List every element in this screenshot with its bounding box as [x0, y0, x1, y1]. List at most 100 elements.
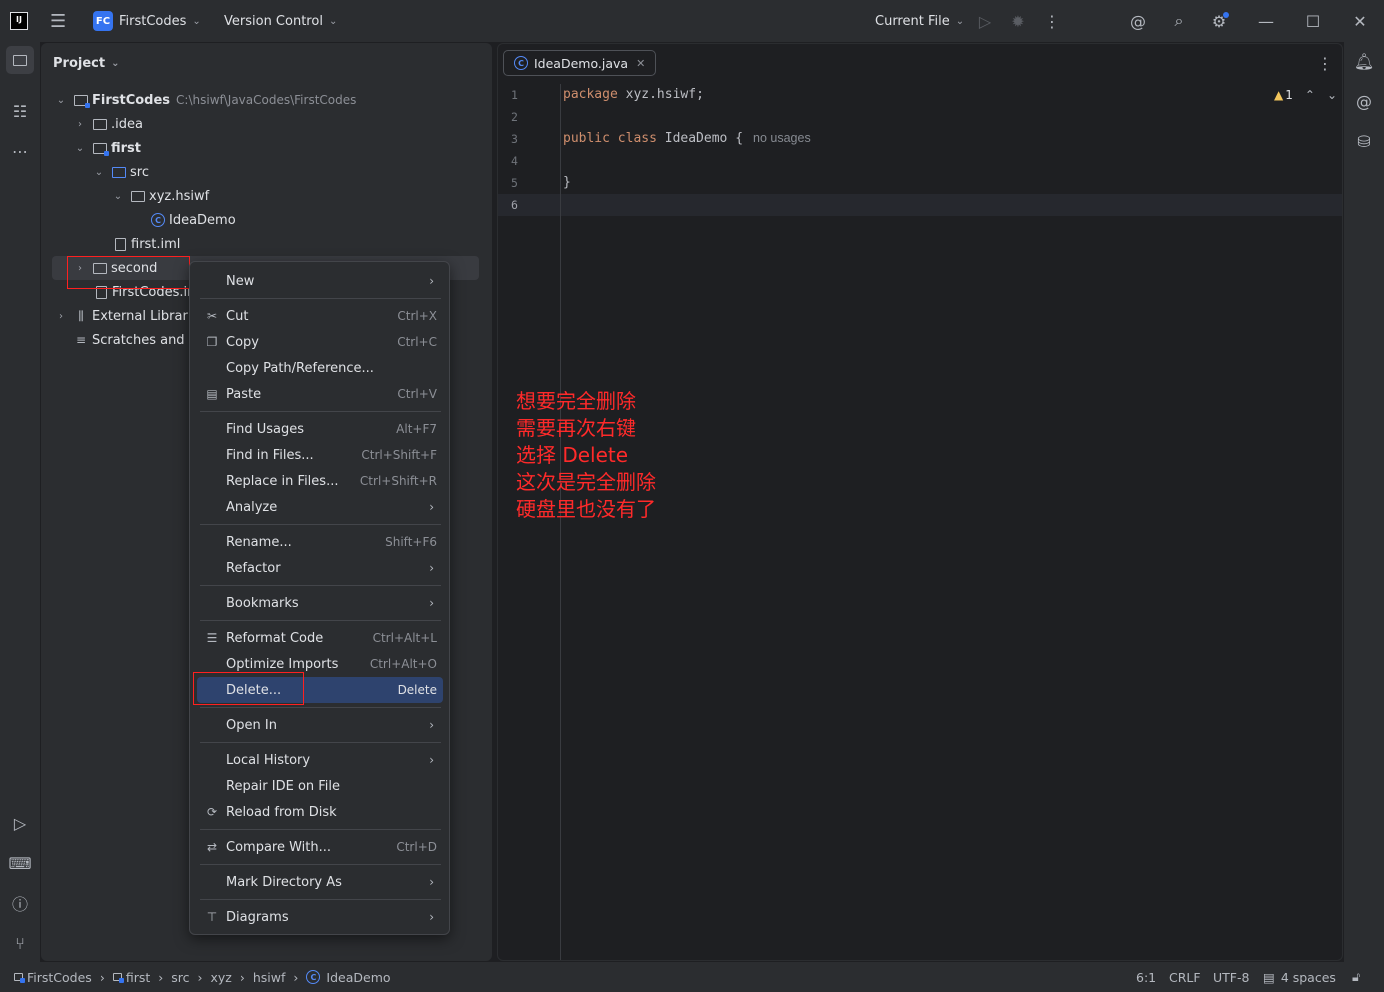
menu-item-copy[interactable]: ❐ Copy Ctrl+C [197, 329, 443, 355]
tree-item-path: C:\hsiwf\JavaCodes\FirstCodes [176, 93, 357, 107]
chevron-right-icon: › [429, 753, 434, 767]
menu-item-local-history[interactable]: Local History › [197, 747, 443, 773]
menu-item-find-in-files[interactable]: Find in Files... Ctrl+Shift+F [197, 442, 443, 468]
breadcrumb-item[interactable]: IdeaDemo [326, 970, 390, 985]
highlight-box-second [67, 256, 190, 289]
menu-item-refactor[interactable]: Refactor › [197, 555, 443, 581]
more-options-icon[interactable]: ⋮ [1043, 11, 1061, 31]
hamburger-icon[interactable]: ☰ [50, 0, 66, 42]
menu-item-find-usages[interactable]: Find Usages Alt+F7 [197, 416, 443, 442]
tree-item-firstcodes[interactable]: ⌄ FirstCodes C:\hsiwf\JavaCodes\FirstCod… [55, 88, 356, 112]
problems-icon[interactable]: ⓘ [10, 893, 30, 914]
more-tools-icon[interactable]: ⋯ [10, 141, 30, 161]
run-icon[interactable]: ▷ [976, 11, 994, 31]
run-config-selector[interactable]: Current File ⌄ [875, 0, 964, 42]
context-menu: New › ✂ Cut Ctrl+X ❐ Copy Ctrl+C Copy Path/Re… [189, 261, 450, 935]
project-tool-icon[interactable] [10, 50, 30, 70]
right-tool-strip: 🔔︎ @ ⛁ [1344, 42, 1384, 962]
code-line-1[interactable]: package xyz.hsiwf; [563, 87, 704, 102]
chevron-down-icon[interactable]: ⌄ [1327, 88, 1337, 102]
maximize-icon[interactable]: ☐ [1303, 11, 1323, 31]
code-line-5[interactable]: } [563, 175, 571, 190]
menu-item-open-in[interactable]: Open In › [197, 712, 443, 738]
file-icon [112, 237, 128, 251]
line-number: 6 [511, 198, 518, 212]
tree-item-label: FirstCodes [92, 92, 171, 108]
menu-item-rename[interactable]: Rename... Shift+F6 [197, 529, 443, 555]
chevron-down-icon: ⌄ [94, 166, 104, 178]
menu-item-new[interactable]: New › [197, 268, 443, 294]
vcs-menu[interactable]: Version Control ⌄ [224, 0, 337, 42]
minimize-icon[interactable]: — [1256, 11, 1276, 31]
menu-item-analyze[interactable]: Analyze › [197, 494, 443, 520]
project-selector[interactable]: FC FirstCodes ⌄ [93, 0, 201, 42]
tree-item-idea[interactable]: › .idea [74, 112, 143, 136]
chevron-down-icon: ⌄ [955, 15, 965, 27]
breadcrumb-item[interactable]: src [171, 970, 189, 985]
inspection-widget[interactable]: ▲ 1 ⌃ ⌄ [1274, 88, 1337, 102]
breadcrumb-item[interactable]: FirstCodes [27, 970, 92, 985]
project-badge: FC [93, 11, 113, 31]
class-icon: C [150, 213, 166, 227]
notifications-icon[interactable]: 🔔︎ [1354, 51, 1374, 71]
menu-item-diagrams[interactable]: ⊤ Diagrams › [197, 904, 443, 930]
lock-icon[interactable]: 🔓︎ [1352, 962, 1360, 992]
terminal-icon[interactable]: ⌨ [8, 853, 31, 873]
current-line-highlight [498, 194, 1342, 216]
tree-item-scratches[interactable]: ≡ Scratches and Cc [55, 328, 205, 352]
editor-more-icon[interactable]: ⋮ [1316, 52, 1334, 74]
tree-item-src[interactable]: ⌄ src [93, 160, 149, 184]
chevron-right-icon: › [197, 969, 203, 985]
tree-item-first-iml[interactable]: first.iml [112, 232, 180, 256]
intellij-logo-icon[interactable]: IJ [10, 0, 28, 42]
tree-item-first[interactable]: ⌄ first [74, 136, 141, 160]
database-icon[interactable]: ⛁ [1354, 131, 1374, 151]
tree-item-label: IdeaDemo [169, 212, 236, 228]
structure-icon[interactable]: ☷ [10, 101, 30, 121]
debug-icon[interactable]: ✹ [1009, 11, 1027, 31]
breadcrumb-item[interactable]: xyz [211, 970, 232, 985]
project-panel-header[interactable]: Project ⌄ [53, 53, 119, 73]
menu-item-mark-directory-as[interactable]: Mark Directory As › [197, 869, 443, 895]
menu-item-compare-with[interactable]: ⇄ Compare With... Ctrl+D [197, 834, 443, 860]
tree-item-ideademo[interactable]: C IdeaDemo [150, 208, 236, 232]
menu-item-paste[interactable]: ▤ Paste Ctrl+V [197, 381, 443, 407]
breadcrumb-item[interactable]: hsiwf [253, 970, 286, 985]
library-icon: ⫼ [78, 308, 84, 323]
chevron-down-icon: ⌄ [75, 142, 85, 154]
tree-item-package[interactable]: ⌄ xyz.hsiwf [112, 184, 209, 208]
indent-setting[interactable]: ▤ 4 spaces [1263, 962, 1336, 992]
chevron-right-icon: › [99, 969, 105, 985]
update-dot [1223, 12, 1229, 18]
file-encoding[interactable]: UTF-8 [1213, 962, 1249, 992]
code-line-3[interactable]: public class IdeaDemo {no usages [563, 131, 811, 146]
line-separator[interactable]: CRLF [1169, 962, 1201, 992]
tree-item-external-libraries[interactable]: › ⫼ External Librarie [55, 304, 199, 328]
close-tab-icon[interactable]: ✕ [636, 57, 645, 70]
menu-item-repair-ide[interactable]: Repair IDE on File [197, 773, 443, 799]
chevron-down-icon: ⌄ [56, 94, 66, 106]
usage-hint[interactable]: no usages [753, 131, 811, 145]
tree-item-label: External Librarie [92, 308, 200, 324]
services-icon[interactable]: ▷ [10, 813, 30, 833]
breadcrumb-item[interactable]: first [126, 970, 150, 985]
tree-item-label: .idea [111, 116, 143, 132]
close-icon[interactable]: ✕ [1350, 11, 1370, 31]
run-config-label: Current File [875, 13, 950, 29]
reload-icon: ⟳ [206, 805, 218, 819]
git-icon[interactable]: ⑂ [10, 933, 30, 953]
ai-assistant-icon[interactable]: @ [1128, 11, 1148, 31]
menu-item-reformat-code[interactable]: ☰ Reformat Code Ctrl+Alt+L [197, 625, 443, 651]
menu-item-reload-from-disk[interactable]: ⟳ Reload from Disk [197, 799, 443, 825]
menu-item-cut[interactable]: ✂ Cut Ctrl+X [197, 303, 443, 329]
chevron-up-icon[interactable]: ⌃ [1305, 88, 1315, 102]
menu-item-replace-in-files[interactable]: Replace in Files... Ctrl+Shift+R [197, 468, 443, 494]
menu-item-copy-path[interactable]: Copy Path/Reference... [197, 355, 443, 381]
ai-chat-icon[interactable]: @ [1354, 91, 1374, 111]
search-icon[interactable]: ⌕ [1169, 11, 1189, 31]
menu-item-bookmarks[interactable]: Bookmarks › [197, 590, 443, 616]
diagram-icon: ⊤ [206, 910, 218, 924]
class-icon: C [306, 970, 321, 984]
caret-position[interactable]: 6:1 [1136, 962, 1156, 992]
editor-tab[interactable]: C IdeaDemo.java ✕ [503, 50, 657, 76]
